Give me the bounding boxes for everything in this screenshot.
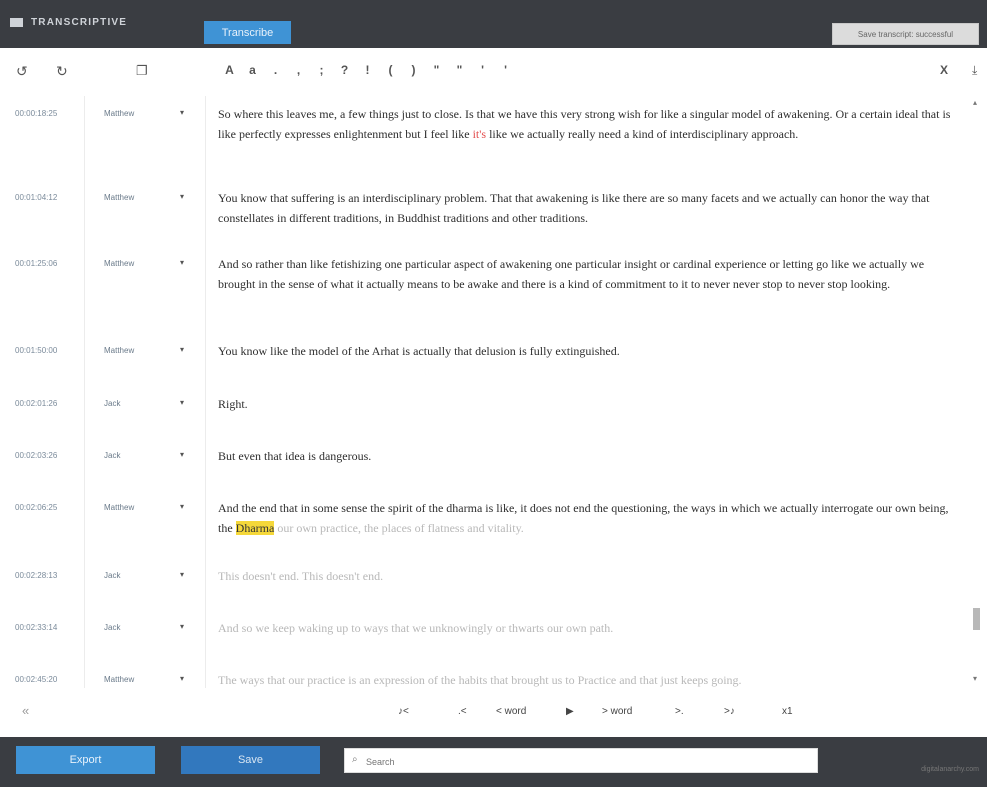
chevron-down-icon: ▾: [179, 570, 184, 579]
row-text[interactable]: But even that idea is dangerous.: [218, 446, 963, 466]
search-input[interactable]: [364, 751, 818, 773]
row-timestamp[interactable]: 00:01:50:00: [15, 346, 57, 355]
close-button[interactable]: X: [940, 63, 948, 77]
play-button[interactable]: ▶: [566, 706, 574, 717]
brand-name: TRANSCRIPTIVE: [31, 17, 128, 28]
collapse-icon[interactable]: «: [22, 703, 29, 718]
format-close-paren-button[interactable]: ): [402, 63, 425, 77]
save-status-badge: Save transcript: successful: [832, 23, 979, 45]
chevron-down-icon: ▾: [179, 622, 184, 631]
speaker-name: Matthew: [104, 503, 135, 512]
prev-speaker-button[interactable]: ♪<: [398, 706, 409, 717]
format-close-quote-button[interactable]: ": [448, 63, 471, 77]
footer-note: digitalanarchy.com: [921, 766, 979, 773]
top-bar: TRANSCRIPTIVE Transcribe Save transcript…: [0, 0, 987, 48]
prev-word-button[interactable]: < word: [496, 706, 526, 717]
search-icon: ⌕: [352, 754, 358, 765]
redo-icon[interactable]: ↻: [56, 63, 68, 80]
speaker-name: Jack: [104, 451, 121, 460]
row-text[interactable]: You know that suffering is an interdisci…: [218, 188, 963, 228]
format-buttons: A a . , ; ? ! ( ) " " ' ': [218, 63, 517, 77]
speaker-select[interactable]: Jack ▾: [104, 398, 194, 408]
format-period-button[interactable]: .: [264, 63, 287, 77]
format-semicolon-button[interactable]: ;: [310, 63, 333, 77]
speaker-name: Jack: [104, 623, 121, 632]
speaker-select[interactable]: Matthew ▾: [104, 192, 194, 202]
row-timestamp[interactable]: 00:02:28:13: [15, 571, 57, 580]
chevron-down-icon: ▾: [179, 192, 184, 201]
format-close-single-quote-button[interactable]: ': [494, 63, 517, 77]
row-timestamp[interactable]: 00:02:45:20: [15, 675, 57, 684]
speaker-name: Jack: [104, 399, 121, 408]
format-exclamation-button[interactable]: !: [356, 63, 379, 77]
row-timestamp[interactable]: 00:01:25:06: [15, 259, 57, 268]
menu-icon[interactable]: [10, 18, 23, 27]
transcribe-button[interactable]: Transcribe: [204, 21, 291, 44]
chevron-down-icon: ▾: [179, 398, 184, 407]
speaker-name: Matthew: [104, 675, 135, 684]
row-timestamp[interactable]: 00:02:01:26: [15, 399, 57, 408]
speaker-select[interactable]: Matthew ▾: [104, 258, 194, 268]
speaker-select[interactable]: Jack ▾: [104, 570, 194, 580]
row-text[interactable]: And so we keep waking up to ways that we…: [218, 618, 963, 638]
row-timestamp[interactable]: 00:01:04:12: [15, 193, 57, 202]
download-icon[interactable]: ⤓: [972, 63, 977, 78]
speaker-select[interactable]: Matthew ▾: [104, 345, 194, 355]
format-comma-button[interactable]: ,: [287, 63, 310, 77]
speaker-select[interactable]: Jack ▾: [104, 622, 194, 632]
speakers-icon[interactable]: ❐: [136, 63, 148, 79]
speaker-select[interactable]: Jack ▾: [104, 450, 194, 460]
format-open-paren-button[interactable]: (: [379, 63, 402, 77]
chevron-down-icon: ▾: [179, 502, 184, 511]
scroll-up-icon[interactable]: ▴: [973, 98, 977, 107]
chevron-down-icon: ▾: [179, 345, 184, 354]
speaker-select[interactable]: Matthew ▾: [104, 674, 194, 684]
row-timestamp[interactable]: 00:02:06:25: [15, 503, 57, 512]
scroll-down-icon[interactable]: ▾: [973, 674, 977, 683]
scroll-thumb[interactable]: [973, 608, 980, 630]
playback-speed[interactable]: x1: [782, 706, 793, 717]
highlighted-word: it's: [472, 127, 487, 141]
format-uppercase-button[interactable]: A: [218, 63, 241, 77]
export-button[interactable]: Export: [16, 746, 155, 774]
current-word-highlight: Dharma: [235, 521, 275, 535]
scrollbar[interactable]: ▴ ▾: [971, 96, 983, 688]
next-speaker-button[interactable]: >♪: [724, 706, 735, 717]
brand: TRANSCRIPTIVE: [10, 17, 127, 28]
row-text[interactable]: And the end that in some sense the spiri…: [218, 498, 963, 538]
row-text[interactable]: This doesn't end. This doesn't end.: [218, 566, 963, 586]
save-button[interactable]: Save: [181, 746, 320, 774]
row-text[interactable]: Right.: [218, 394, 963, 414]
speaker-name: Matthew: [104, 193, 135, 202]
transcript-list: 00:00:18:25 Matthew ▾ So where this leav…: [0, 96, 987, 688]
chevron-down-icon: ▾: [179, 674, 184, 683]
speaker-select[interactable]: Matthew ▾: [104, 502, 194, 512]
speaker-name: Jack: [104, 571, 121, 580]
chevron-down-icon: ▾: [179, 450, 184, 459]
speaker-select[interactable]: Matthew ▾: [104, 108, 194, 118]
row-text[interactable]: The ways that our practice is an express…: [218, 670, 963, 688]
format-open-quote-button[interactable]: ": [425, 63, 448, 77]
speaker-name: Matthew: [104, 259, 135, 268]
format-question-button[interactable]: ?: [333, 63, 356, 77]
next-word-button[interactable]: > word: [602, 706, 632, 717]
row-timestamp[interactable]: 00:02:03:26: [15, 451, 57, 460]
undo-icon[interactable]: ↺: [16, 63, 28, 80]
row-text[interactable]: And so rather than like fetishizing one …: [218, 254, 963, 294]
chevron-down-icon: ▾: [179, 258, 184, 267]
row-timestamp[interactable]: 00:00:18:25: [15, 109, 57, 118]
format-open-single-quote-button[interactable]: ': [471, 63, 494, 77]
format-lowercase-button[interactable]: a: [241, 63, 264, 77]
row-timestamp[interactable]: 00:02:33:14: [15, 623, 57, 632]
chevron-down-icon: ▾: [179, 108, 184, 117]
row-text[interactable]: So where this leaves me, a few things ju…: [218, 104, 963, 144]
prev-sentence-button[interactable]: .<: [458, 706, 467, 717]
speaker-name: Matthew: [104, 109, 135, 118]
speaker-name: Matthew: [104, 346, 135, 355]
playback-bar: [0, 688, 987, 737]
row-text[interactable]: You know like the model of the Arhat is …: [218, 341, 963, 361]
next-sentence-button[interactable]: >.: [675, 706, 684, 717]
